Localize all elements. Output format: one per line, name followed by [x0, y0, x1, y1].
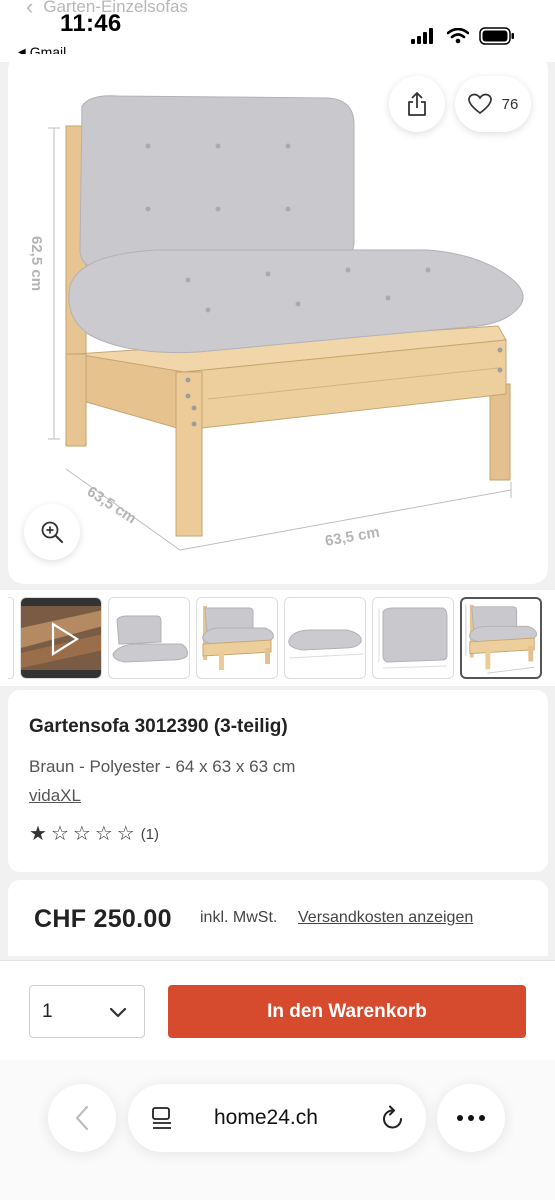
cellular-signal-icon — [411, 28, 433, 44]
status-bar: ‹ Garten-Einzelsofas 11:46 ◀ Gmail — [0, 0, 555, 62]
battery-icon — [479, 27, 514, 45]
width-dimension-label: 63,5 cm — [324, 524, 381, 550]
more-menu-button[interactable] — [437, 1084, 505, 1152]
favorite-button[interactable]: 76 — [455, 76, 531, 132]
reader-mode-icon[interactable] — [150, 1106, 174, 1132]
height-dimension-label: 62,5 cm — [28, 236, 45, 291]
thumbnail-strip — [0, 590, 555, 686]
product-title: Gartensofa 3012390 (3-teilig) — [29, 716, 288, 737]
reload-icon[interactable] — [380, 1104, 406, 1132]
product-image[interactable]: 62,5 cm 63,5 cm 63,5 cm — [8, 54, 548, 584]
depth-dimension-label: 63,5 cm — [84, 483, 139, 527]
thumbnail-back-cushion-dim[interactable] — [372, 597, 454, 679]
heart-icon — [467, 93, 492, 115]
quantity-value: 1 — [42, 1001, 53, 1022]
tax-note: inkl. MwSt. — [200, 909, 278, 926]
favorite-count: 76 — [501, 95, 519, 113]
thumbnail-sofa-dim[interactable] — [460, 597, 542, 679]
price-amount: CHF 250.00 — [34, 905, 172, 933]
product-image-card: 62,5 cm 63,5 cm 63,5 cm 76 — [8, 54, 548, 584]
zoom-button[interactable] — [24, 504, 80, 560]
share-button[interactable] — [389, 76, 445, 132]
share-icon — [408, 92, 426, 116]
thumbnail-partial[interactable] — [8, 597, 14, 679]
price-card: CHF 250.00 inkl. MwSt. Versandkosten anz… — [8, 880, 548, 956]
more-horizontal-icon — [457, 1115, 485, 1121]
thumbnail-sofa-front[interactable] — [196, 597, 278, 679]
chevron-down-icon — [109, 1007, 127, 1018]
chevron-left-icon: ‹ — [26, 0, 34, 19]
star-empty-icon: ☆ — [116, 823, 135, 845]
status-icons — [411, 27, 515, 45]
product-subtitle: Braun - Polyester - 64 x 63 x 63 cm — [29, 757, 296, 776]
brand-link[interactable]: vidaXL — [29, 786, 81, 806]
url-text: home24.ch — [214, 1106, 318, 1129]
add-to-cart-button[interactable]: In den Warenkorb — [168, 985, 526, 1038]
quantity-select[interactable]: 1 — [29, 985, 145, 1038]
thumbnail-video[interactable] — [20, 597, 102, 679]
star-empty-icon: ☆ — [94, 823, 113, 845]
browser-back-button[interactable] — [48, 1084, 116, 1152]
thumbnail-seat-cushion[interactable] — [284, 597, 366, 679]
shipping-costs-link[interactable]: Versandkosten anzeigen — [298, 909, 473, 927]
chevron-left-icon — [75, 1105, 89, 1131]
status-time: 11:46 — [60, 10, 122, 37]
star-empty-icon: ☆ — [72, 823, 91, 845]
product-info-card: Gartensofa 3012390 (3-teilig) Braun - Po… — [8, 690, 548, 872]
wifi-icon — [447, 28, 469, 44]
zoom-in-icon — [41, 521, 63, 543]
add-to-cart-bar: 1 In den Warenkorb — [0, 960, 555, 1060]
rating-count: (1) — [140, 825, 160, 843]
browser-toolbar: home24.ch — [0, 1060, 555, 1200]
address-bar[interactable]: home24.ch — [128, 1084, 426, 1152]
star-filled-icon: ★ — [29, 823, 47, 845]
star-empty-icon: ☆ — [50, 823, 69, 845]
thumbnail-cushion-set[interactable] — [108, 597, 190, 679]
rating[interactable]: ★ ☆ ☆ ☆ ☆ (1) — [29, 824, 159, 844]
